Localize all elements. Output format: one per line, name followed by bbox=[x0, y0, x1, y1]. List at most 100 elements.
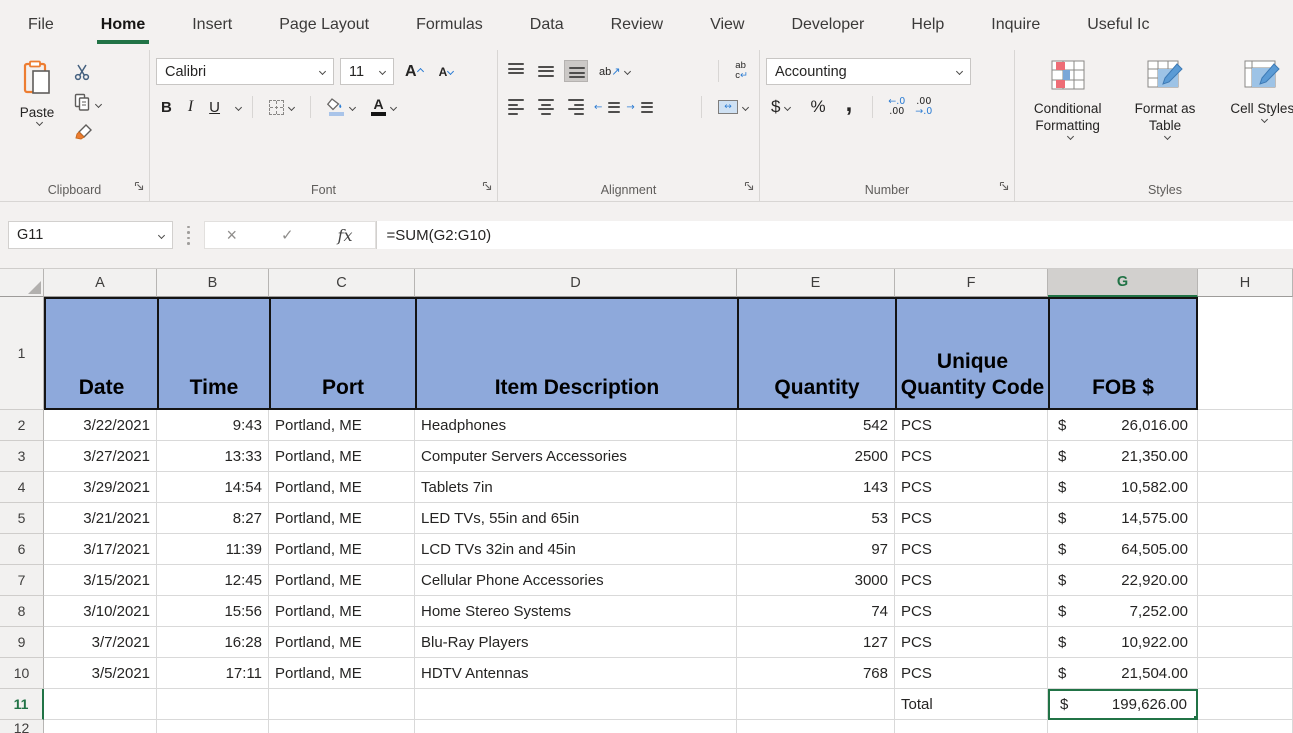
tab-formulas[interactable]: Formulas bbox=[414, 2, 485, 48]
clipboard-dialog-launcher[interactable] bbox=[134, 178, 144, 196]
cell-E8[interactable]: 74 bbox=[737, 596, 895, 627]
tab-inquire[interactable]: Inquire bbox=[989, 2, 1042, 48]
cell-E2[interactable]: 542 bbox=[737, 410, 895, 441]
cell-G5[interactable]: $14,575.00 bbox=[1048, 503, 1198, 534]
cell-C2[interactable]: Portland, ME bbox=[269, 410, 415, 441]
font-size-select[interactable]: 11 bbox=[340, 58, 394, 85]
row-header-9[interactable]: 9 bbox=[0, 627, 44, 658]
cell-F4[interactable]: PCS bbox=[895, 472, 1048, 503]
alignment-dialog-launcher[interactable] bbox=[744, 178, 754, 196]
tab-developer[interactable]: Developer bbox=[789, 2, 866, 48]
fill-handle[interactable] bbox=[1193, 715, 1198, 720]
cell-C12[interactable] bbox=[269, 720, 415, 733]
number-format-select[interactable]: Accounting bbox=[766, 58, 971, 85]
cell-B9[interactable]: 16:28 bbox=[157, 627, 269, 658]
cell-D7[interactable]: Cellular Phone Accessories bbox=[415, 565, 737, 596]
cell-B4[interactable]: 14:54 bbox=[157, 472, 269, 503]
name-box[interactable]: G11 bbox=[8, 221, 173, 249]
bold-button[interactable]: B bbox=[156, 94, 177, 120]
cell-E12[interactable] bbox=[737, 720, 895, 733]
cell-C3[interactable]: Portland, ME bbox=[269, 441, 415, 472]
tab-useful-ic[interactable]: Useful Ic bbox=[1085, 2, 1151, 48]
cell-D6[interactable]: LCD TVs 32in and 45in bbox=[415, 534, 737, 565]
bottom-align-button[interactable] bbox=[564, 60, 588, 82]
cell-E7[interactable]: 3000 bbox=[737, 565, 895, 596]
format-as-table-button[interactable]: Format as Table bbox=[1118, 58, 1211, 177]
cell-C10[interactable]: Portland, ME bbox=[269, 658, 415, 689]
cell-A2[interactable]: 3/22/2021 bbox=[44, 410, 157, 441]
increase-indent-button[interactable]: → bbox=[626, 96, 652, 118]
conditional-formatting-button[interactable]: Conditional Formatting bbox=[1021, 58, 1114, 177]
cell-A10[interactable]: 3/5/2021 bbox=[44, 658, 157, 689]
cell-H7[interactable] bbox=[1198, 565, 1293, 596]
cell-F3[interactable]: PCS bbox=[895, 441, 1048, 472]
tab-file[interactable]: File bbox=[26, 2, 56, 48]
font-color-button[interactable]: A bbox=[366, 94, 401, 120]
wrap-text-button[interactable]: ab c↵ bbox=[730, 58, 753, 84]
column-header-F[interactable]: F bbox=[895, 269, 1048, 297]
decrease-decimal-button[interactable]: .00 →.0 bbox=[915, 97, 932, 117]
cell-B1[interactable]: Time bbox=[157, 297, 269, 410]
tab-home[interactable]: Home bbox=[99, 2, 147, 48]
cell-A1[interactable]: Date bbox=[44, 297, 157, 410]
cell-G8[interactable]: $7,252.00 bbox=[1048, 596, 1198, 627]
cell-A12[interactable] bbox=[44, 720, 157, 733]
cell-E11[interactable] bbox=[737, 689, 895, 720]
cell-G7[interactable]: $22,920.00 bbox=[1048, 565, 1198, 596]
cell-H8[interactable] bbox=[1198, 596, 1293, 627]
decrease-indent-button[interactable]: ← bbox=[594, 96, 620, 118]
increase-decimal-button[interactable]: ←.0 .00 bbox=[888, 97, 905, 117]
tab-data[interactable]: Data bbox=[528, 2, 566, 48]
row-header-2[interactable]: 2 bbox=[0, 410, 44, 441]
cell-G1[interactable]: FOB $ bbox=[1048, 297, 1198, 410]
copy-button[interactable] bbox=[74, 94, 101, 114]
column-header-H[interactable]: H bbox=[1198, 269, 1293, 297]
row-header-12[interactable]: 12 bbox=[0, 720, 44, 733]
row-header-5[interactable]: 5 bbox=[0, 503, 44, 534]
cell-A4[interactable]: 3/29/2021 bbox=[44, 472, 157, 503]
italic-button[interactable]: I bbox=[183, 94, 198, 120]
cell-D1[interactable]: Item Description bbox=[415, 297, 737, 410]
cell-C9[interactable]: Portland, ME bbox=[269, 627, 415, 658]
cell-B6[interactable]: 11:39 bbox=[157, 534, 269, 565]
number-dialog-launcher[interactable] bbox=[999, 178, 1009, 196]
column-header-B[interactable]: B bbox=[157, 269, 269, 297]
cell-H6[interactable] bbox=[1198, 534, 1293, 565]
cell-D5[interactable]: LED TVs, 55in and 65in bbox=[415, 503, 737, 534]
merge-center-button[interactable]: ↔ bbox=[713, 94, 753, 120]
cell-A6[interactable]: 3/17/2021 bbox=[44, 534, 157, 565]
column-header-D[interactable]: D bbox=[415, 269, 737, 297]
cell-D8[interactable]: Home Stereo Systems bbox=[415, 596, 737, 627]
tab-view[interactable]: View bbox=[708, 2, 746, 48]
percent-format-button[interactable]: % bbox=[805, 94, 830, 120]
format-painter-button[interactable] bbox=[74, 124, 101, 144]
formula-bar-drag-handle[interactable] bbox=[187, 226, 190, 245]
cell-D3[interactable]: Computer Servers Accessories bbox=[415, 441, 737, 472]
cell-F5[interactable]: PCS bbox=[895, 503, 1048, 534]
top-align-button[interactable] bbox=[504, 60, 528, 82]
cell-E4[interactable]: 143 bbox=[737, 472, 895, 503]
currency-format-button[interactable]: $ bbox=[766, 94, 795, 120]
cell-G10[interactable]: $21,504.00 bbox=[1048, 658, 1198, 689]
cell-B2[interactable]: 9:43 bbox=[157, 410, 269, 441]
cell-D11[interactable] bbox=[415, 689, 737, 720]
cell-B7[interactable]: 12:45 bbox=[157, 565, 269, 596]
cell-G12[interactable] bbox=[1048, 720, 1198, 733]
cell-G6[interactable]: $64,505.00 bbox=[1048, 534, 1198, 565]
cell-A7[interactable]: 3/15/2021 bbox=[44, 565, 157, 596]
orientation-button[interactable]: ab↗ bbox=[594, 58, 635, 84]
cell-H2[interactable] bbox=[1198, 410, 1293, 441]
enter-button[interactable]: ✓ bbox=[281, 226, 294, 244]
cell-C11[interactable] bbox=[269, 689, 415, 720]
column-header-A[interactable]: A bbox=[44, 269, 157, 297]
cell-H4[interactable] bbox=[1198, 472, 1293, 503]
cell-styles-button[interactable]: Cell Styles bbox=[1216, 58, 1293, 177]
fill-color-button[interactable] bbox=[322, 94, 360, 120]
row-header-7[interactable]: 7 bbox=[0, 565, 44, 596]
cell-D9[interactable]: Blu-Ray Players bbox=[415, 627, 737, 658]
tab-review[interactable]: Review bbox=[609, 2, 665, 48]
cell-B8[interactable]: 15:56 bbox=[157, 596, 269, 627]
cell-D10[interactable]: HDTV Antennas bbox=[415, 658, 737, 689]
middle-align-button[interactable] bbox=[534, 60, 558, 82]
cell-C6[interactable]: Portland, ME bbox=[269, 534, 415, 565]
